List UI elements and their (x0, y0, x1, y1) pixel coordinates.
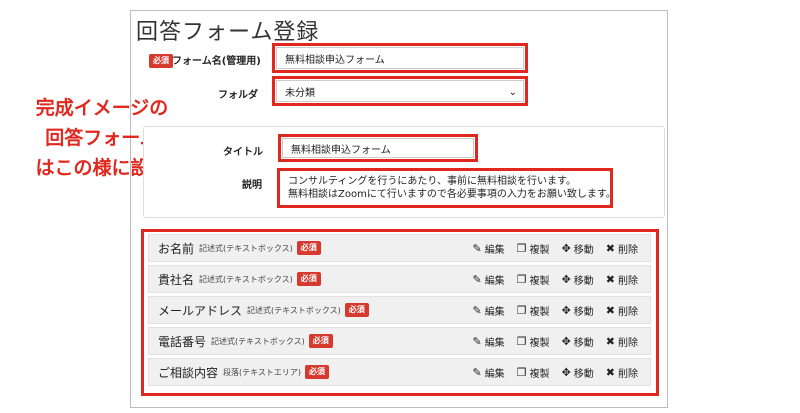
edit-label: 編集 (484, 337, 505, 349)
move-button[interactable]: ✥ 移動 (562, 241, 594, 256)
edit-button[interactable]: ✎ 編集 (472, 272, 504, 287)
required-badge: 必須 (296, 241, 321, 255)
required-badge: 必須 (296, 272, 321, 286)
close-icon: ✖ (605, 365, 615, 379)
edit-label: 編集 (484, 244, 505, 256)
required-badge: 必須 (308, 334, 333, 348)
item-name: ご相談内容 (158, 365, 219, 380)
item-name: お名前 (158, 241, 195, 256)
edit-button[interactable]: ✎ 編集 (472, 334, 504, 349)
required-badge: 必須 (344, 303, 369, 317)
description-highlight (277, 168, 613, 208)
move-button[interactable]: ✥ 移動 (562, 365, 594, 380)
close-icon: ✖ (605, 334, 615, 348)
copy-button[interactable]: ❐ 複製 (517, 303, 550, 318)
copy-button[interactable]: ❐ 複製 (517, 334, 550, 349)
copy-icon: ❐ (516, 334, 527, 348)
required-badge: 必須 (149, 54, 173, 68)
copy-icon: ❐ (516, 241, 527, 255)
list-item[interactable]: ご相談内容 段落(テキストエリア) 必須 ✎ 編集 ❐ 複製 ✥ 移動 ✖ 削除 (148, 358, 651, 386)
delete-button[interactable]: ✖ 削除 (606, 303, 638, 318)
item-type: 記述式(テキストボックス) (199, 274, 293, 284)
list-item[interactable]: メールアドレス 記述式(テキストボックス) 必須 ✎ 編集 ❐ 複製 ✥ 移動 ✖ 削除 (148, 296, 651, 324)
item-type: 記述式(テキストボックス) (247, 305, 341, 315)
delete-label: 削除 (618, 275, 638, 287)
move-label: 移動 (573, 368, 594, 380)
edit-button[interactable]: ✎ 編集 (472, 365, 504, 380)
item-type: 記述式(テキストボックス) (199, 243, 293, 253)
copy-icon: ❐ (516, 272, 527, 286)
copy-button[interactable]: ❐ 複製 (517, 272, 550, 287)
item-type: 段落(テキストエリア) (223, 367, 302, 377)
move-label: 移動 (573, 244, 594, 256)
delete-label: 削除 (618, 368, 638, 380)
folder-highlight (272, 76, 528, 106)
move-label: 移動 (573, 337, 594, 349)
edit-label: 編集 (484, 306, 505, 318)
close-icon: ✖ (605, 272, 615, 286)
pencil-icon: ✎ (472, 365, 482, 379)
form-name-highlight (272, 43, 528, 73)
delete-button[interactable]: ✖ 削除 (606, 365, 638, 380)
copy-label: 複製 (529, 337, 550, 349)
form-name-label: フォーム名(管理用) (172, 56, 261, 67)
copy-label: 複製 (529, 244, 550, 256)
pencil-icon: ✎ (472, 303, 482, 317)
copy-label: 複製 (529, 368, 550, 380)
move-button[interactable]: ✥ 移動 (562, 272, 594, 287)
annotation-line-1: 完成イメージの (35, 97, 169, 119)
close-icon: ✖ (605, 303, 615, 317)
copy-button[interactable]: ❐ 複製 (517, 241, 550, 256)
title-highlight (278, 134, 478, 162)
move-button[interactable]: ✥ 移動 (562, 334, 594, 349)
copy-icon: ❐ (516, 303, 527, 317)
move-icon: ✥ (561, 241, 571, 255)
title-label: タイトル (223, 147, 263, 158)
pencil-icon: ✎ (472, 241, 482, 255)
delete-button[interactable]: ✖ 削除 (606, 334, 638, 349)
delete-label: 削除 (618, 306, 638, 318)
required-badge: 必須 (305, 365, 330, 379)
copy-label: 複製 (529, 306, 550, 318)
copy-icon: ❐ (516, 365, 527, 379)
folder-label: フォルダ (218, 90, 258, 101)
pencil-icon: ✎ (472, 272, 482, 286)
move-icon: ✥ (561, 272, 571, 286)
move-label: 移動 (573, 275, 594, 287)
item-name: メールアドレス (158, 303, 243, 318)
item-name: 貴社名 (158, 272, 195, 287)
move-icon: ✥ (561, 365, 571, 379)
move-button[interactable]: ✥ 移動 (562, 303, 594, 318)
copy-label: 複製 (529, 275, 550, 287)
move-icon: ✥ (561, 334, 571, 348)
list-item[interactable]: お名前 記述式(テキストボックス) 必須 ✎ 編集 ❐ 複製 ✥ 移動 ✖ 削除 (148, 234, 651, 262)
delete-label: 削除 (618, 337, 638, 349)
page-title: 回答フォーム登録 (136, 20, 320, 45)
item-name: 電話番号 (158, 334, 207, 349)
description-label: 説明 (242, 180, 262, 191)
close-icon: ✖ (605, 241, 615, 255)
edit-label: 編集 (484, 275, 505, 287)
edit-label: 編集 (484, 368, 505, 380)
pencil-icon: ✎ (472, 334, 482, 348)
move-label: 移動 (573, 306, 594, 318)
item-type: 記述式(テキストボックス) (211, 336, 305, 346)
list-item[interactable]: 電話番号 記述式(テキストボックス) 必須 ✎ 編集 ❐ 複製 ✥ 移動 ✖ 削除 (148, 327, 651, 355)
edit-button[interactable]: ✎ 編集 (472, 303, 504, 318)
copy-button[interactable]: ❐ 複製 (517, 365, 550, 380)
edit-button[interactable]: ✎ 編集 (472, 241, 504, 256)
delete-button[interactable]: ✖ 削除 (606, 241, 638, 256)
delete-button[interactable]: ✖ 削除 (606, 272, 638, 287)
list-item[interactable]: 貴社名 記述式(テキストボックス) 必須 ✎ 編集 ❐ 複製 ✥ 移動 ✖ 削除 (148, 265, 651, 293)
move-icon: ✥ (561, 303, 571, 317)
delete-label: 削除 (618, 244, 638, 256)
